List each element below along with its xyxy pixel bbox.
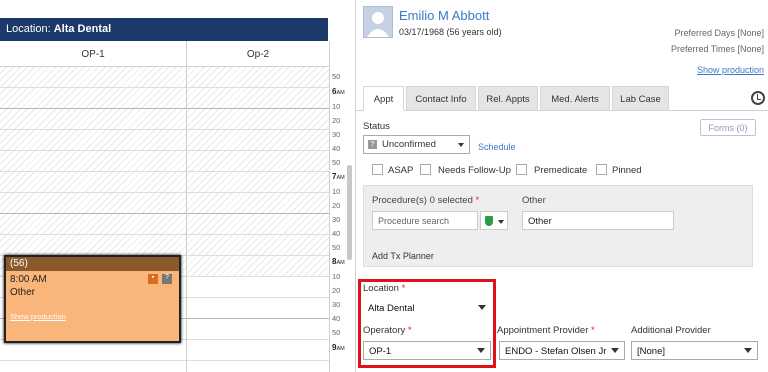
time-label-hour: 8AM <box>332 257 345 266</box>
chevron-down-icon <box>458 143 464 147</box>
asap-label: ASAP <box>388 165 414 176</box>
additional-provider-value: [None] <box>637 346 665 357</box>
appointment-type: Other <box>10 287 36 298</box>
patient-dob: 03/17/1968 (56 years old) <box>399 27 502 37</box>
column-divider <box>186 67 187 372</box>
status-icon: ? <box>368 140 377 149</box>
location-header: Location: Alta Dental <box>0 18 328 41</box>
status-value: Unconfirmed <box>382 139 436 150</box>
tab-appt[interactable]: Appt <box>363 86 404 111</box>
grid-row[interactable] <box>0 172 330 193</box>
grid-row[interactable] <box>0 214 330 235</box>
shield-icon <box>485 216 493 226</box>
other-input[interactable]: Other <box>522 211 674 230</box>
grid-row[interactable] <box>0 151 330 172</box>
appointment-provider-label: Appointment Provider * <box>497 325 595 336</box>
highlight-box <box>358 279 496 368</box>
tab-lab-case[interactable]: Lab Case <box>612 86 669 111</box>
appointment-block[interactable]: (56) ▪ ? 8:00 AM Other Show production <box>4 255 181 343</box>
procedure-search-input[interactable]: Procedure search <box>372 211 478 230</box>
needs-follow-up-label: Needs Follow-Up <box>438 165 511 176</box>
asap-checkbox[interactable] <box>372 164 383 175</box>
pinned-label: Pinned <box>612 165 642 176</box>
needs-follow-up-checkbox[interactable] <box>420 164 431 175</box>
time-label: 30 <box>332 130 341 139</box>
status-label: Status <box>363 121 390 132</box>
time-label: 30 <box>332 300 341 309</box>
tab-rel-appts[interactable]: Rel. Appts <box>478 86 538 111</box>
location-prefix: Location: <box>6 23 54 35</box>
time-label: 10 <box>332 187 341 196</box>
procedures-section: Procedure(s) 0 selected * Procedure sear… <box>363 185 753 267</box>
tab-contact-info[interactable]: Contact Info <box>406 86 476 111</box>
grid-row[interactable] <box>0 340 330 361</box>
grid-row[interactable] <box>0 67 330 88</box>
appointment-flag-icon: ▪ <box>148 274 158 284</box>
calendar-scrollbar[interactable] <box>347 165 352 260</box>
column-op-1[interactable]: OP-1 <box>0 41 187 67</box>
time-label: 50 <box>332 243 341 252</box>
other-label: Other <box>522 195 546 206</box>
additional-provider-label: Additional Provider <box>631 325 711 336</box>
chevron-down-icon <box>611 348 619 353</box>
chevron-down-icon <box>498 220 504 224</box>
time-label-hour: 7AM <box>332 172 345 181</box>
time-label-hour: 6AM <box>332 87 345 96</box>
time-label: 20 <box>332 286 341 295</box>
grid-row[interactable] <box>0 193 330 214</box>
location-name: Alta Dental <box>53 23 112 35</box>
show-production-link[interactable]: Show production <box>697 65 764 75</box>
appointment-status-icon: ? <box>162 274 172 284</box>
add-tx-planner-link[interactable]: Add Tx Planner <box>372 251 434 261</box>
chevron-down-icon <box>744 348 752 353</box>
time-label-hour: 9AM <box>332 343 345 352</box>
time-label: 50 <box>332 72 341 81</box>
forms-button[interactable]: Forms (0) <box>700 119 756 136</box>
time-label: 40 <box>332 144 341 153</box>
time-label: 40 <box>332 229 341 238</box>
schedule-calendar: Location: Alta Dental OP-1 Op-2 50 6AM 1… <box>0 0 356 372</box>
time-label: 50 <box>332 328 341 337</box>
grid-row[interactable] <box>0 235 330 256</box>
status-select[interactable]: ? Unconfirmed <box>363 135 470 154</box>
grid-row[interactable] <box>0 361 330 372</box>
appointment-header: (56) <box>6 257 179 271</box>
grid-row[interactable] <box>0 88 330 109</box>
grid-row[interactable] <box>0 130 330 151</box>
time-label: 50 <box>332 158 341 167</box>
column-op-2[interactable]: Op-2 <box>187 41 330 67</box>
avatar <box>363 6 393 38</box>
preferred-days: Preferred Days [None] <box>674 28 764 38</box>
additional-provider-select[interactable]: [None] <box>631 341 758 360</box>
history-icon[interactable] <box>751 91 765 105</box>
appointment-time: 8:00 AM <box>10 274 47 285</box>
premedicate-checkbox[interactable] <box>516 164 527 175</box>
appointment-provider-value: ENDO - Stefan Olsen Jr <box>505 346 607 357</box>
procedure-filter-dropdown[interactable] <box>480 211 508 230</box>
tab-med-alerts[interactable]: Med. Alerts <box>540 86 610 111</box>
time-label: 20 <box>332 201 341 210</box>
appointment-show-production-link[interactable]: Show production <box>10 312 66 321</box>
appointment-provider-select[interactable]: ENDO - Stefan Olsen Jr <box>499 341 625 360</box>
time-label: 30 <box>332 215 341 224</box>
schedule-link[interactable]: Schedule <box>478 142 516 152</box>
patient-name[interactable]: Emilio M Abbott <box>399 8 489 23</box>
time-label: 10 <box>332 272 341 281</box>
grid-row[interactable] <box>0 109 330 130</box>
premedicate-label: Premedicate <box>534 165 588 176</box>
time-label: 40 <box>332 314 341 323</box>
column-headers: OP-1 Op-2 <box>0 41 330 67</box>
pinned-checkbox[interactable] <box>596 164 607 175</box>
preferred-times: Preferred Times [None] <box>670 44 764 54</box>
time-label: 20 <box>332 116 341 125</box>
procedures-label: Procedure(s) 0 selected * <box>372 195 480 206</box>
time-label: 10 <box>332 102 341 111</box>
